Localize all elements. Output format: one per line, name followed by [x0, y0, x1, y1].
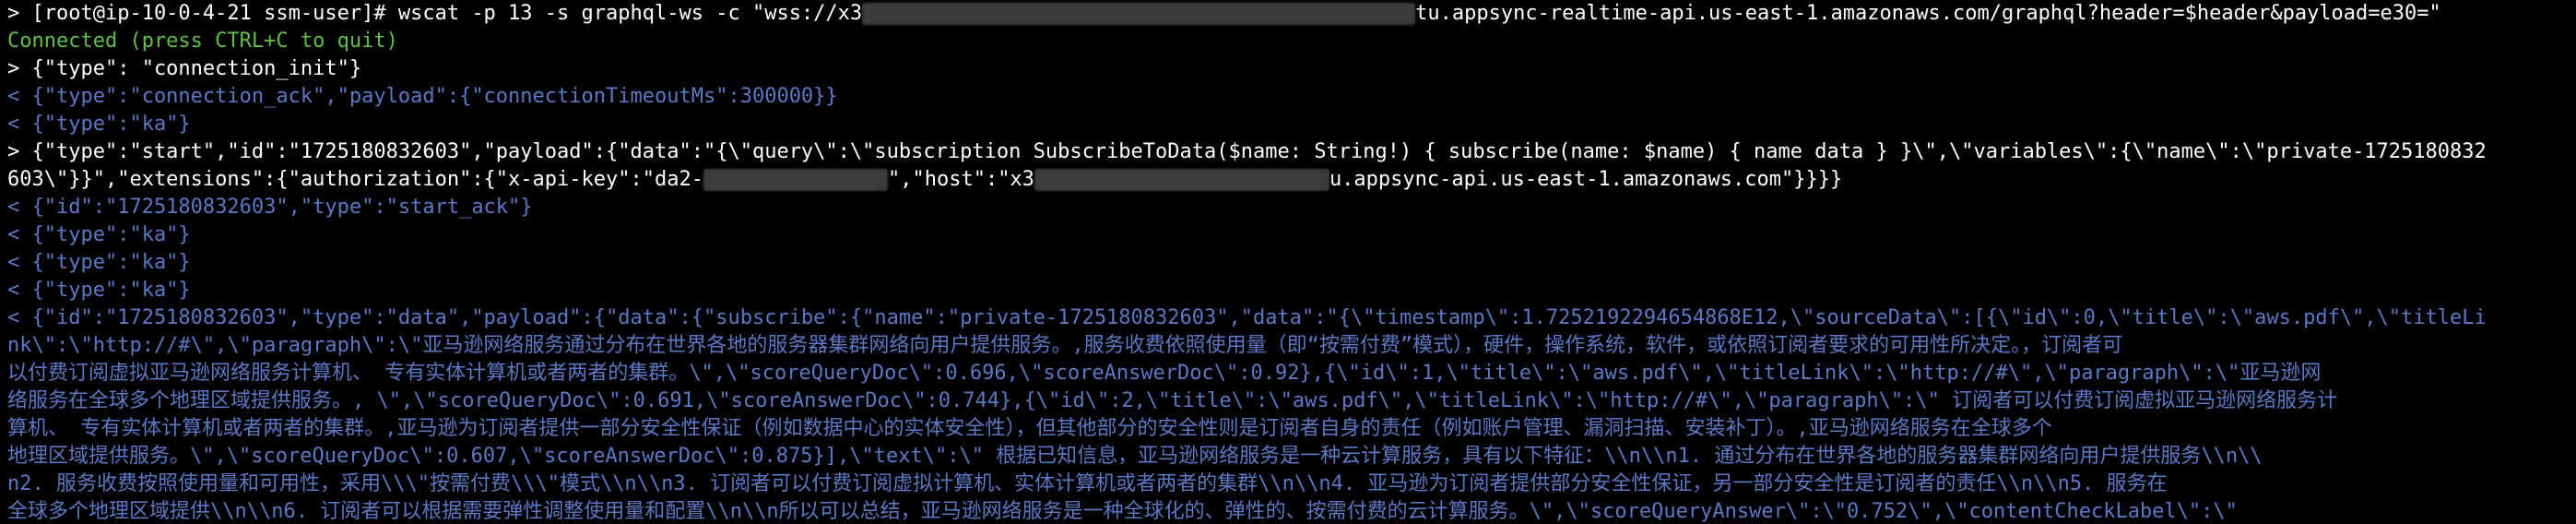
redacted-host	[1034, 169, 1329, 191]
terminal-line-command: > [root@ip-10-0-4-21 ssm-user]# wscat -p…	[7, 0, 2570, 28]
redacted-api-key	[703, 169, 888, 191]
terminal-line-sent: 603\"}}","extensions":{"authorization":{…	[7, 166, 2570, 194]
terminal-line-received: < {"type":"connection_ack","payload":{"c…	[7, 85, 838, 108]
terminal-line-sent: > {"type": "connection_init"}	[7, 57, 362, 80]
terminal-line-received: 络服务在全球多个地理区域提供服务。, \",\"scoreQueryDoc\":…	[7, 389, 2338, 412]
terminal-line-received: < {"type":"ka"}	[7, 279, 191, 302]
sent-text-tail: u.appsync-api.us-east-1.amazonaws.com"}}…	[1329, 168, 1843, 191]
terminal-line-received: 算机、 专有实体计算机或者两者的集群。,亚马逊为订阅者提供一部分安全性保证（例如…	[7, 417, 2052, 440]
command-text-tail: tu.appsync-realtime-api.us-east-1.amazon…	[1415, 2, 2441, 25]
terminal-line-received: 全球多个地理区域提供\\n\\n6. 订阅者可以根据需要弹性调整使用量和配置\\…	[7, 500, 2238, 523]
command-text: > [root@ip-10-0-4-21 ssm-user]# wscat -p…	[7, 2, 863, 25]
terminal-line-received: < {"type":"ka"}	[7, 113, 191, 136]
terminal-line-received: < {"id":"1725180832603","type":"data","p…	[7, 306, 2487, 329]
terminal-line-status: Connected (press CTRL+C to quit)	[7, 30, 398, 53]
terminal-window[interactable]: > [root@ip-10-0-4-21 ssm-user]# wscat -p…	[0, 0, 2576, 524]
redacted-region	[862, 3, 1416, 25]
sent-text: 603\"}}","extensions":{"authorization":{…	[7, 168, 703, 191]
sent-text-host: ","host":"x3	[887, 168, 1034, 191]
terminal-line-received: n2. 服务收费按照使用量和可用性，采用\\\"按需付费\\\"模式\\n\\n…	[7, 472, 2168, 495]
terminal-line-received: 地理区域提供服务。\",\"scoreQueryDoc\":0.607,\"sc…	[7, 445, 2263, 468]
terminal-line-received: < {"type":"ka"}	[7, 223, 191, 246]
terminal-line-received: 以付费订阅虚拟亚马逊网络服务计算机、 专有实体计算机或者两者的集群。\",\"s…	[7, 362, 2322, 385]
terminal-line-received: < {"id":"1725180832603","type":"start_ac…	[7, 196, 533, 219]
terminal-line-sent: > {"type":"start","id":"1725180832603","…	[7, 140, 2487, 163]
terminal-line-received: < {"type":"ka"}	[7, 251, 191, 274]
terminal-line-received: nk\":\"http://#\",\"paragraph\":\"亚马逊网络服…	[7, 334, 2123, 357]
